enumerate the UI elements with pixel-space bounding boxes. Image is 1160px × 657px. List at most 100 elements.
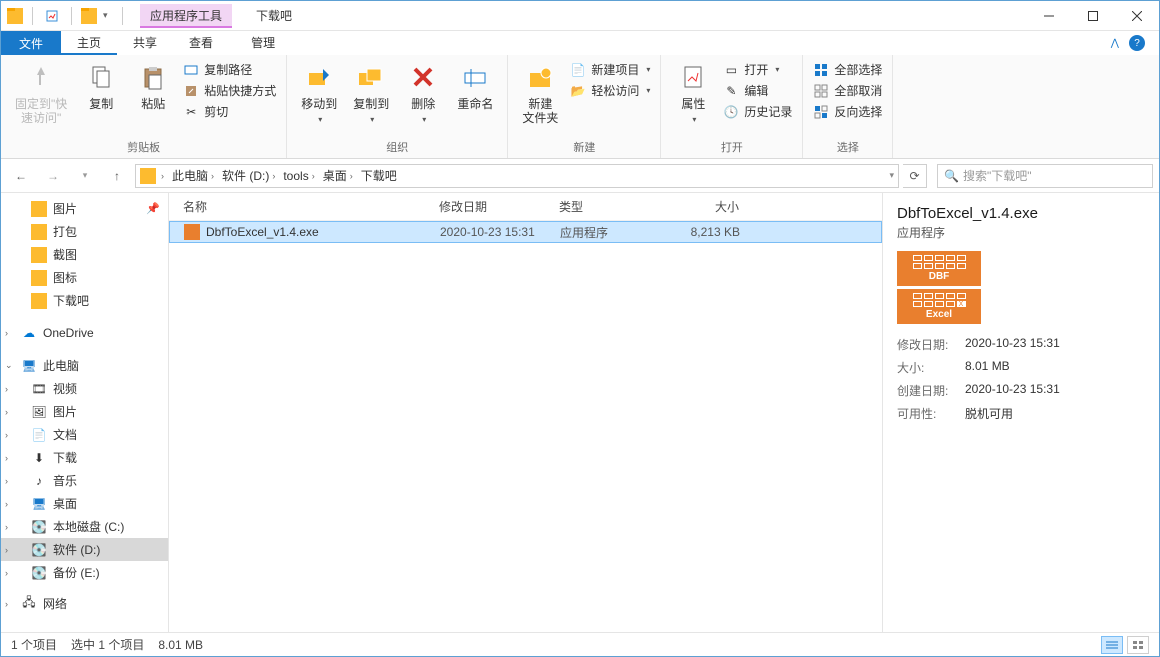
nav-desktop[interactable]: ›🖥桌面: [1, 492, 168, 515]
qat-properties-icon[interactable]: [42, 5, 62, 27]
nav-thispc[interactable]: ⌄🖥此电脑: [1, 354, 168, 377]
status-size: 8.01 MB: [158, 638, 203, 652]
nav-diskc[interactable]: ›💽本地磁盘 (C:): [1, 515, 168, 538]
qat-newfolder-icon[interactable]: [81, 8, 97, 24]
tab-manage[interactable]: 管理: [229, 31, 297, 55]
file-row[interactable]: DbfToExcel_v1.4.exe 2020-10-23 15:31 应用程…: [169, 221, 882, 243]
pictures-icon: 🖼: [31, 404, 47, 420]
nav-download[interactable]: 下载吧: [1, 289, 168, 312]
crumb-tools[interactable]: tools›: [280, 169, 317, 183]
crumb-current[interactable]: 下载吧: [358, 167, 400, 184]
nav-pictures2[interactable]: ›🖼图片: [1, 400, 168, 423]
group-new: 新建: [573, 137, 595, 158]
qat-dropdown-icon[interactable]: ▾: [103, 10, 113, 21]
group-open: 打开: [721, 137, 743, 158]
recent-button[interactable]: ▾: [71, 163, 99, 189]
copy-button[interactable]: 复制: [79, 59, 123, 113]
file-list: 名称 修改日期 类型 大小 DbfToExcel_v1.4.exe 2020-1…: [169, 193, 883, 632]
cut-button[interactable]: ✂剪切: [183, 103, 276, 120]
newitem-button[interactable]: 📄新建项目▾: [570, 61, 650, 78]
delete-button[interactable]: 删除▾: [401, 59, 445, 126]
help-icon[interactable]: ?: [1129, 35, 1145, 51]
pasteshortcut-button[interactable]: 粘贴快捷方式: [183, 82, 276, 99]
rename-button[interactable]: 重命名: [453, 59, 497, 113]
tab-home[interactable]: 主页: [61, 31, 117, 55]
music-icon: ♪: [31, 473, 47, 489]
minimize-button[interactable]: [1027, 1, 1071, 31]
crumb-thispc[interactable]: 此电脑›: [169, 167, 217, 184]
col-size[interactable]: 大小: [649, 198, 749, 215]
selectnone-button[interactable]: 全部取消: [813, 82, 882, 99]
newfolder-button[interactable]: 新建 文件夹: [518, 59, 562, 127]
onedrive-icon: ☁: [21, 325, 37, 341]
window-title: 下载吧: [256, 7, 292, 24]
view-large-button[interactable]: [1127, 636, 1149, 654]
nav-icons[interactable]: 图标: [1, 266, 168, 289]
nav-video[interactable]: ›🎞视频: [1, 377, 168, 400]
pin-button[interactable]: 固定到"快 速访问": [11, 59, 71, 127]
properties-icon: [677, 61, 709, 93]
crumb-diskd[interactable]: 软件 (D:)›: [219, 167, 278, 184]
path-icon: [183, 62, 199, 78]
properties-button[interactable]: 属性▾: [671, 59, 715, 126]
copyto-button[interactable]: 复制到▾: [349, 59, 393, 126]
delete-icon: [407, 61, 439, 93]
nav-downloads[interactable]: ›⬇下载: [1, 446, 168, 469]
copy-icon: [85, 61, 117, 93]
col-date[interactable]: 修改日期: [429, 198, 549, 215]
maximize-button[interactable]: [1071, 1, 1115, 31]
nav-diske[interactable]: ›💽备份 (E:): [1, 561, 168, 584]
tab-share[interactable]: 共享: [117, 31, 173, 55]
details-pane: DbfToExcel_v1.4.exe 应用程序 DBF XExcel 修改日期…: [883, 193, 1159, 632]
easyaccess-button[interactable]: 📂轻松访问▾: [570, 82, 650, 99]
docs-icon: 📄: [31, 427, 47, 443]
ribbon-tabs: 文件 主页 共享 查看 管理 ⋀ ?: [1, 31, 1159, 55]
nav-screenshot[interactable]: 截图: [1, 243, 168, 266]
edit-button[interactable]: ✎编辑: [723, 82, 792, 99]
col-type[interactable]: 类型: [549, 198, 649, 215]
refresh-button[interactable]: ⟳: [903, 164, 927, 188]
breadcrumb-dropdown-icon[interactable]: ▾: [889, 170, 894, 181]
status-selected: 选中 1 个项目: [71, 636, 144, 653]
details-type: 应用程序: [897, 224, 1145, 241]
up-button[interactable]: ↑: [103, 163, 131, 189]
nav-music[interactable]: ›♪音乐: [1, 469, 168, 492]
nav-diskd[interactable]: ›💽软件 (D:): [1, 538, 168, 561]
desktop-icon: 🖥: [31, 496, 47, 512]
shortcut-icon: [183, 83, 199, 99]
nav-pack[interactable]: 打包: [1, 220, 168, 243]
crumb-desktop[interactable]: 桌面›: [320, 167, 356, 184]
nav-pictures[interactable]: 图片📌: [1, 197, 168, 220]
moveto-button[interactable]: 移动到▾: [297, 59, 341, 126]
back-button[interactable]: ←: [7, 163, 35, 189]
breadcrumb-folder-icon: [140, 168, 156, 184]
view-details-button[interactable]: [1101, 636, 1123, 654]
copyto-icon: [355, 61, 387, 93]
paste-button[interactable]: 粘贴: [131, 59, 175, 113]
breadcrumb[interactable]: › 此电脑› 软件 (D:)› tools› 桌面› 下载吧 ▾: [135, 164, 899, 188]
ribbon-collapse-icon[interactable]: ⋀: [1111, 38, 1119, 49]
nav-network[interactable]: ›🖧网络: [1, 592, 168, 615]
titlebar: ▾ 应用程序工具 下载吧: [1, 1, 1159, 31]
nav-docs[interactable]: ›📄文档: [1, 423, 168, 446]
group-select: 选择: [837, 137, 859, 158]
copypath-button[interactable]: 复制路径: [183, 61, 276, 78]
status-count: 1 个项目: [11, 636, 57, 653]
contextual-tab-apps[interactable]: 应用程序工具: [140, 4, 232, 28]
nav-onedrive[interactable]: ›☁OneDrive: [1, 322, 168, 344]
tab-view[interactable]: 查看: [173, 31, 229, 55]
forward-button[interactable]: →: [39, 163, 67, 189]
history-button[interactable]: 🕓历史记录: [723, 103, 792, 120]
tab-file[interactable]: 文件: [1, 31, 61, 55]
open-button[interactable]: ▭打开▾: [723, 61, 792, 78]
selectall-button[interactable]: 全部选择: [813, 61, 882, 78]
pin-icon: 📌: [146, 202, 160, 215]
selectnone-icon: [813, 83, 829, 99]
search-input[interactable]: 🔍搜索"下载吧": [937, 164, 1153, 188]
col-name[interactable]: 名称: [169, 198, 429, 215]
close-button[interactable]: [1115, 1, 1159, 31]
paste-icon: [137, 61, 169, 93]
rename-icon: [459, 61, 491, 93]
invert-button[interactable]: 反向选择: [813, 103, 882, 120]
downloads-icon: ⬇: [31, 450, 47, 466]
